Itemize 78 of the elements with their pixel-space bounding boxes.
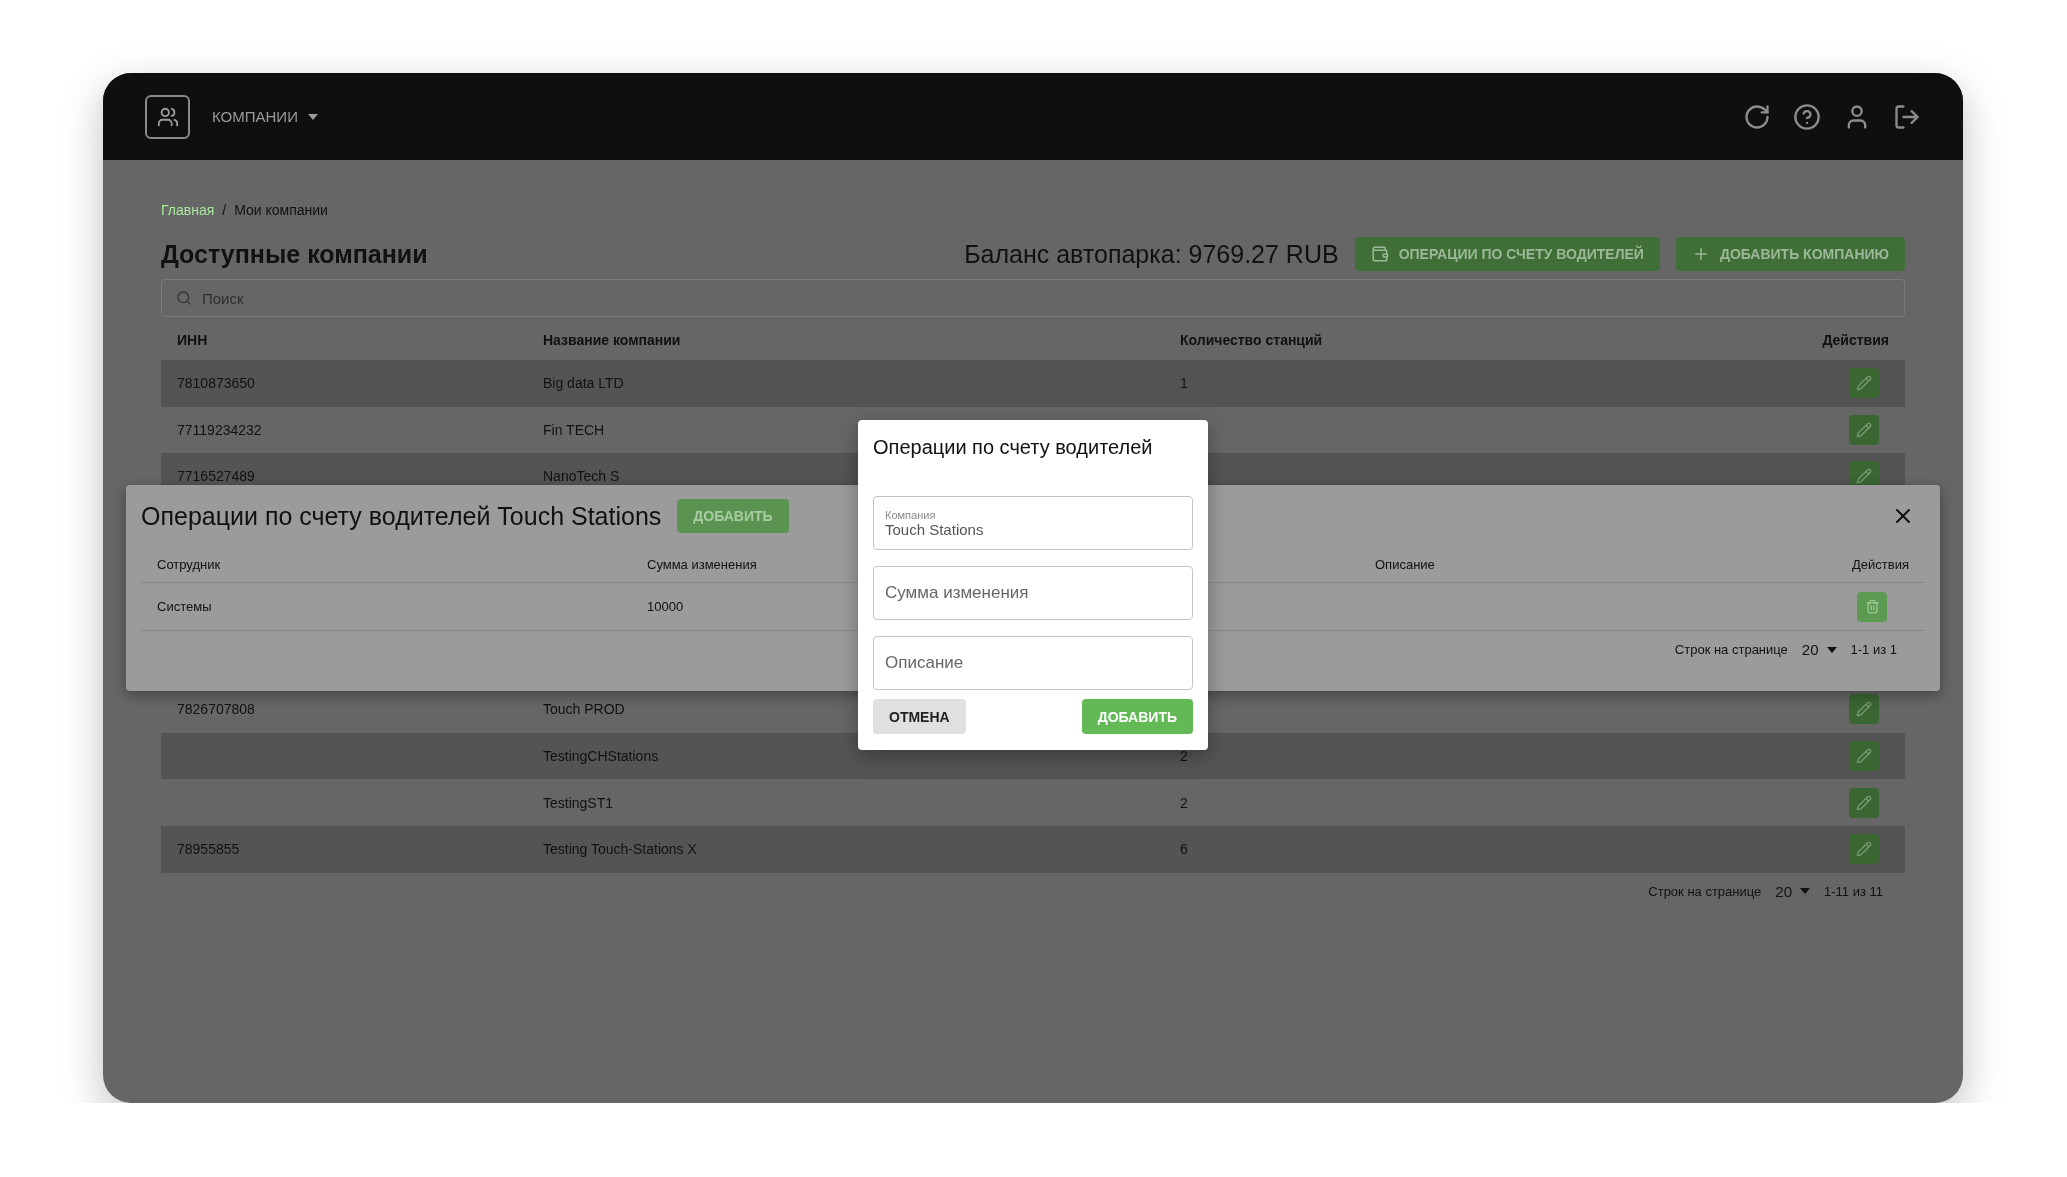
column-header: ИНН [177,332,208,348]
table-cell: 7826707808 [177,701,255,718]
field-input[interactable]: Сумма изменения [885,583,1181,603]
column-header: Описание [1375,557,1435,572]
wallet-icon [1370,245,1389,263]
rows-per-page-label: Строк на странице [1674,642,1788,657]
breadcrumb-link[interactable]: Главная [161,202,215,218]
caret-icon [307,113,318,120]
companies-menu[interactable]: КОМПАНИИ [212,108,318,125]
current-page-label: Мои компании [234,202,328,218]
table-cell: Big data LTD [543,375,624,392]
field-label: Компания [885,508,937,521]
pencil-icon [1856,841,1872,858]
table-cell: 78955855 [177,841,240,858]
search-field[interactable]: Поиск [161,279,1905,317]
input-field[interactable]: Компания Touch Stations [873,496,1193,550]
column-header: Название компании [543,332,681,348]
dialog-title: Операции по счету водителей [873,436,1154,460]
cancel-button[interactable]: ОТМЕНА [873,699,966,734]
breadcrumb-separator: / [222,202,227,218]
rows-per-page-label: Строк на странице [1648,883,1762,899]
page-title: Доступные компании [161,239,429,269]
table-cell: 77119234232 [177,421,262,438]
table-cell: 1 [1180,375,1188,392]
caret-icon [1826,646,1837,653]
table-cell: 2 [1180,794,1188,811]
logout-icon[interactable] [1893,102,1921,131]
pencil-icon [1856,375,1872,392]
column-header: Количество станций [1180,332,1323,348]
table-cell: Testing Touch-Stations X [543,841,697,858]
table-cell: TestingCHStations [543,748,659,765]
delete-button[interactable] [1857,591,1887,622]
table-cell: 7810873650 [177,375,255,392]
table-cell: 2 [1180,748,1188,765]
action-button[interactable]: ОПЕРАЦИИ ПО СЧЕТУ ВОДИТЕЛЕЙ [1354,237,1660,271]
search-input[interactable]: Поиск [200,288,1890,308]
action-button[interactable]: ДОБАВИТЬ КОМПАНИЮ [1675,237,1905,271]
add-button[interactable]: ДОБАВИТЬ [677,499,789,533]
rows-per-page-select[interactable]: 20 [1775,882,1810,900]
table-cell: Touch PROD [543,701,625,718]
edit-button[interactable] [1849,834,1879,865]
pencil-icon [1856,701,1872,718]
input-field[interactable]: Сумма изменения [873,566,1193,620]
help-icon[interactable] [1793,102,1821,131]
field-input[interactable]: Touch Stations [885,520,1181,538]
edit-button[interactable] [1849,368,1879,399]
table-cell: NanoTech S [543,468,620,485]
pencil-icon [1856,748,1872,765]
column-header: Действия [1822,332,1889,348]
edit-button[interactable] [1849,694,1879,725]
column-header: Действия [1852,557,1909,572]
pencil-icon [1856,794,1872,811]
people-icon [145,94,190,139]
column-header: Сотрудник [157,557,221,572]
rows-per-page-select[interactable]: 20 [1801,641,1837,658]
input-field[interactable]: Описание [873,636,1193,690]
fleet-balance: Баланс автопарка: 9769.27 RUB [964,239,1339,269]
table-cell: Системы [157,599,212,614]
table-cell: TestingST1 [543,794,614,811]
table-cell: 7716527489 [177,468,255,485]
refresh-icon[interactable] [1743,102,1771,131]
edit-button[interactable] [1849,414,1879,445]
search-icon [176,290,192,306]
page-range: 1-11 из 11 [1824,883,1883,899]
page-range: 1-1 из 1 [1850,642,1897,657]
panel-title: Операции по счету водителей Touch Stations [141,501,662,531]
table-cell: 10000 [647,599,684,614]
pencil-icon [1856,421,1872,438]
edit-button[interactable] [1849,741,1879,772]
table-cell: Fin TECH [543,421,605,438]
column-header: Сумма изменения [647,557,757,572]
submit-button[interactable]: ДОБАВИТЬ [1081,699,1193,734]
edit-button[interactable] [1849,787,1879,818]
field-input[interactable]: Описание [885,653,1181,673]
caret-icon [1800,888,1810,895]
pencil-icon [1856,468,1872,485]
table-cell: 6 [1180,841,1188,858]
trash-icon [1864,599,1880,614]
